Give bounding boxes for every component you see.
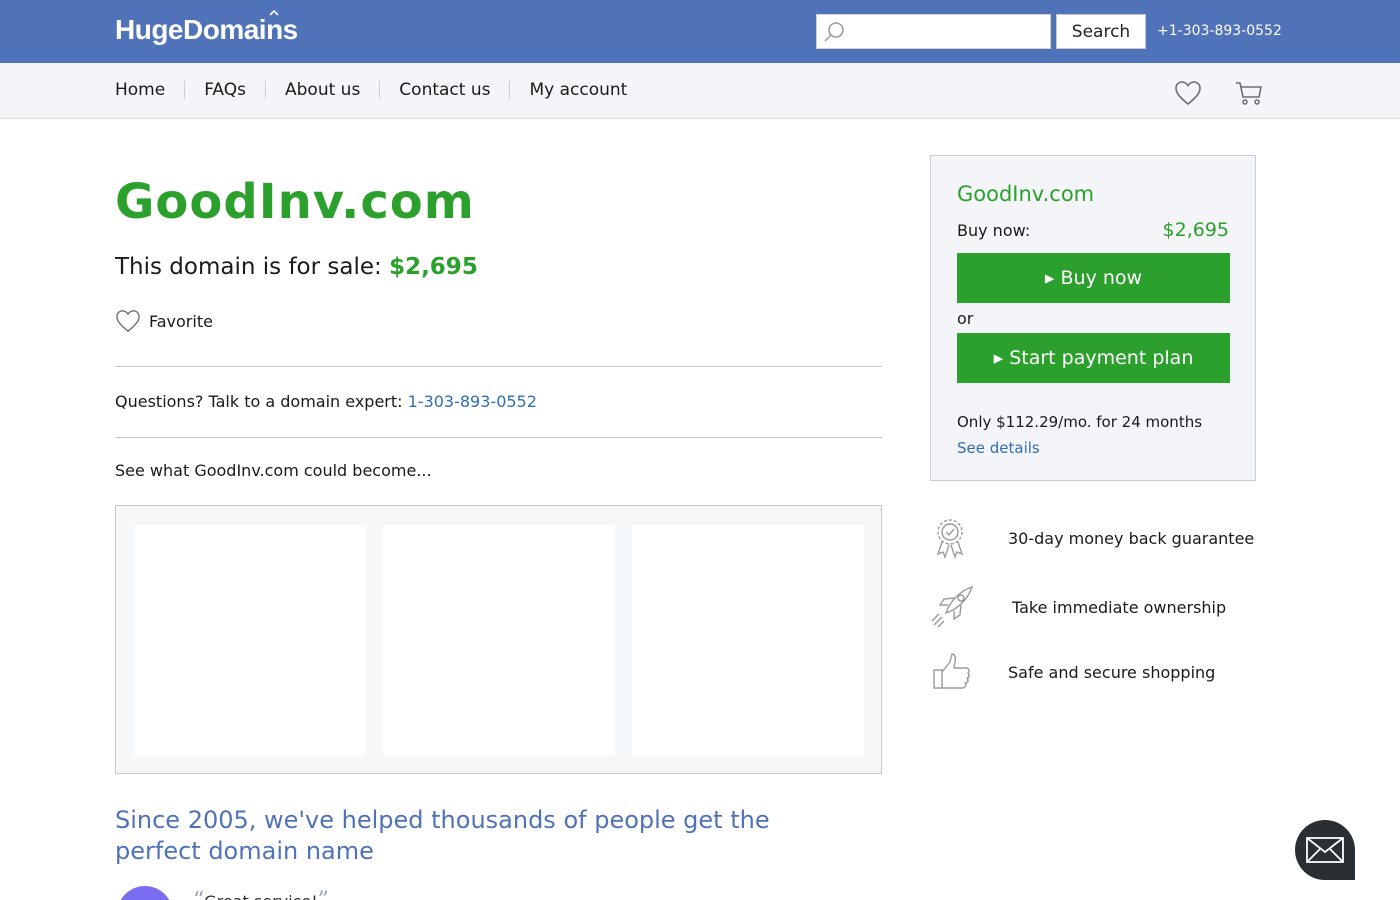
cart-icon[interactable] xyxy=(1235,80,1263,106)
preview-gallery xyxy=(115,505,882,774)
or-text: or xyxy=(957,309,974,328)
for-sale-prefix: This domain is for sale: xyxy=(115,254,390,280)
heart-icon xyxy=(116,310,140,333)
testimonial-text: Great service! xyxy=(204,892,317,900)
favorites-heart-icon[interactable] xyxy=(1174,80,1202,106)
expert-phone-link[interactable]: 1-303-893-0552 xyxy=(408,392,537,411)
avatar xyxy=(117,886,173,900)
preview-card[interactable] xyxy=(632,525,864,756)
nav-divider xyxy=(184,81,186,99)
buy-now-label: Buy now: xyxy=(957,221,1031,240)
for-sale-price: $2,695 xyxy=(389,254,478,280)
buybox-domain: GoodInv.com xyxy=(957,182,1095,206)
buybox-price: $2,695 xyxy=(1162,219,1229,241)
divider xyxy=(115,437,882,438)
feature-text: 30-day money back guarantee xyxy=(1008,528,1255,548)
for-sale-text: This domain is for sale: $2,695 xyxy=(115,254,478,280)
search-button[interactable]: Search xyxy=(1056,14,1146,49)
envelope-icon xyxy=(1306,837,1344,863)
logo[interactable]: HugeDomains xyxy=(115,10,298,46)
logo-caret-icon xyxy=(269,10,279,16)
divider xyxy=(115,366,882,367)
nav-faqs[interactable]: FAQs xyxy=(204,80,246,100)
become-text: See what GoodInv.com could become... xyxy=(115,461,432,480)
feature-secure: Safe and secure shopping xyxy=(930,650,1215,694)
feature-ownership: Take immediate ownership xyxy=(930,585,1226,629)
since-heading: Since 2005, we've helped thousands of pe… xyxy=(115,806,770,865)
favorite-label: Favorite xyxy=(149,311,213,331)
nav-contact-us[interactable]: Contact us xyxy=(399,80,490,100)
feature-money-back: 30-day money back guarantee xyxy=(930,516,1254,560)
favorite-toggle[interactable]: Favorite xyxy=(115,309,213,333)
feature-text: Take immediate ownership xyxy=(1012,597,1227,617)
nav-divider xyxy=(265,81,266,99)
buy-box: GoodInv.com Buy now: $2,695 ▸ Buy now or… xyxy=(930,155,1256,481)
thumbs-up-icon xyxy=(933,653,970,689)
see-details-link[interactable]: See details xyxy=(957,439,1040,457)
feature-text: Safe and secure shopping xyxy=(1008,662,1216,682)
start-payment-plan-button[interactable]: ▸ Start payment plan xyxy=(957,333,1230,383)
search-input[interactable] xyxy=(851,19,1046,44)
nav-my-account[interactable]: My account xyxy=(529,80,627,100)
logo-text: HugeDomains xyxy=(115,14,298,45)
questions-prefix: Questions? Talk to a domain expert: xyxy=(115,392,408,411)
search-icon xyxy=(824,22,844,42)
header-phone[interactable]: +1-303-893-0552 xyxy=(1157,23,1282,39)
search-box xyxy=(816,14,1051,49)
contact-chat-button[interactable] xyxy=(1295,820,1355,880)
preview-card[interactable] xyxy=(134,525,366,756)
open-quote-icon: “ xyxy=(193,888,204,900)
monthly-price-text: Only $112.29/mo. for 24 months xyxy=(957,413,1203,431)
rocket-icon xyxy=(931,585,974,628)
nav-about-us[interactable]: About us xyxy=(285,80,360,100)
questions-text: Questions? Talk to a domain expert: 1-30… xyxy=(115,392,537,411)
nav-divider xyxy=(509,81,511,99)
testimonial: “Great service!” xyxy=(193,888,329,900)
buy-now-button[interactable]: ▸ Buy now xyxy=(957,253,1230,303)
domain-title: GoodInv.com xyxy=(115,174,475,230)
main-nav: Home FAQs About us Contact us My account xyxy=(115,80,627,100)
nav-home[interactable]: Home xyxy=(115,80,165,100)
preview-card[interactable] xyxy=(383,525,615,756)
close-quote-icon: ” xyxy=(318,888,329,900)
nav-divider xyxy=(379,81,381,99)
top-header: HugeDomains Search +1-303-893-0552 xyxy=(0,0,1400,63)
award-ribbon-icon xyxy=(936,519,964,560)
